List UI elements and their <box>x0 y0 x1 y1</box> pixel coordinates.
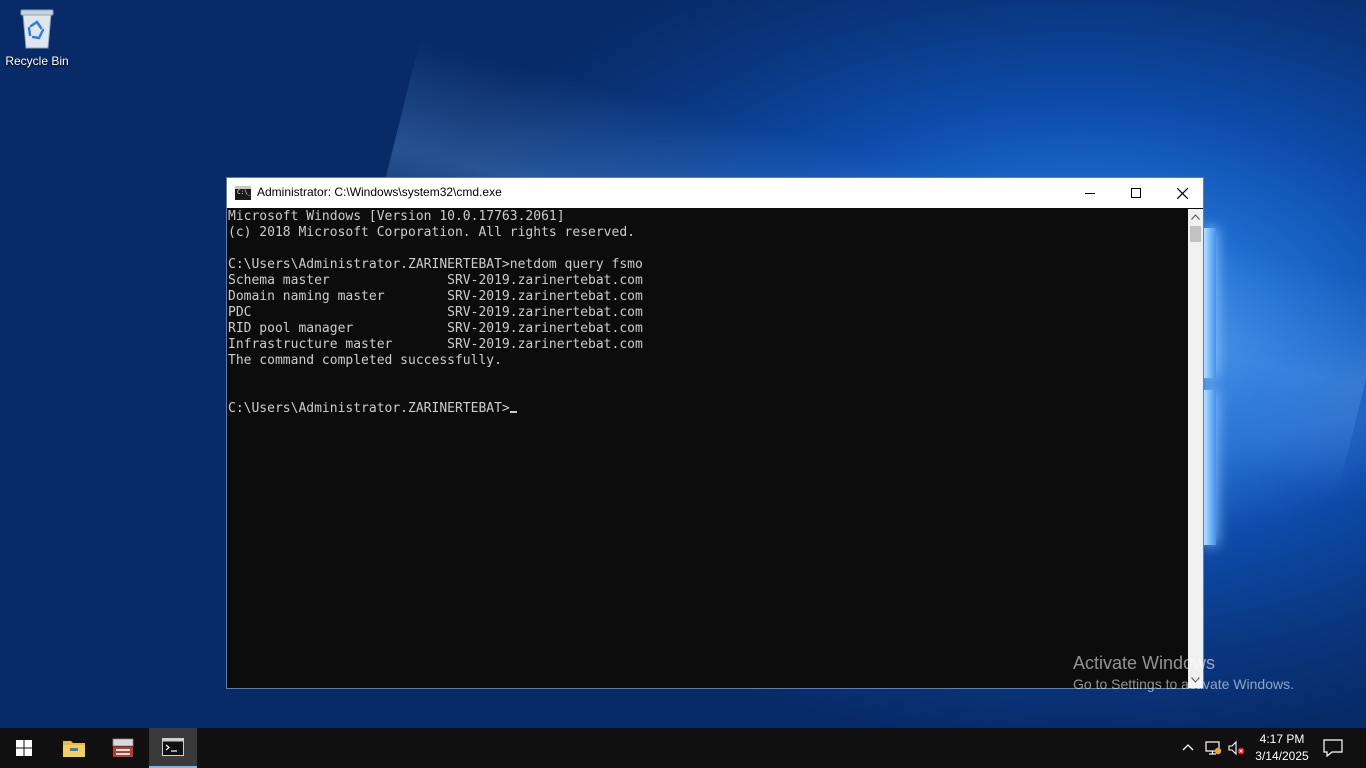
cmd-icon: C:\_ <box>235 186 251 200</box>
action-center-icon[interactable] <box>1322 738 1344 758</box>
watermark-subtitle: Go to Settings to activate Windows. <box>1073 676 1294 692</box>
taskbar-server-manager[interactable] <box>99 728 147 768</box>
volume-muted-icon[interactable] <box>1227 740 1245 756</box>
wallpaper-windows-logo <box>1204 228 1216 548</box>
minimize-icon <box>1085 193 1095 194</box>
close-icon <box>1176 187 1188 199</box>
maximize-button[interactable] <box>1113 178 1159 208</box>
scroll-up-button[interactable] <box>1188 209 1203 225</box>
clock-date: 3/14/2025 <box>1255 749 1309 763</box>
system-clock[interactable]: 4:17 PM 3/14/2025 <box>1250 731 1314 765</box>
start-button[interactable] <box>0 728 48 768</box>
text-cursor <box>509 411 517 413</box>
chevron-up-icon[interactable] <box>1180 740 1196 756</box>
title-bar[interactable]: C:\_ Administrator: C:\Windows\system32\… <box>227 178 1203 208</box>
recycle-bin-icon <box>20 9 54 49</box>
console-line: (c) 2018 Microsoft Corporation. All righ… <box>228 225 635 240</box>
minimize-button[interactable] <box>1067 178 1113 208</box>
console-output[interactable]: Microsoft Windows [Version 10.0.17763.20… <box>227 209 1188 688</box>
maximize-icon <box>1131 188 1141 198</box>
console-line: C:\Users\Administrator.ZARINERTEBAT>netd… <box>228 257 643 272</box>
server-manager-icon <box>112 738 134 757</box>
taskbar-file-explorer[interactable] <box>50 728 98 768</box>
console-line: The command completed successfully. <box>228 353 502 368</box>
command-prompt-icon <box>162 738 184 756</box>
recycle-bin-label: Recycle Bin <box>5 54 69 68</box>
console-line: RID pool manager SRV-2019.zarinertebat.c… <box>228 321 643 336</box>
file-explorer-icon <box>63 741 85 757</box>
taskbar: 4:17 PM 3/14/2025 <box>0 728 1366 768</box>
chevron-up-icon <box>1191 214 1200 220</box>
window-title: Administrator: C:\Windows\system32\cmd.e… <box>257 185 502 199</box>
prompt-line[interactable]: C:\Users\Administrator.ZARINERTEBAT> <box>228 401 1188 417</box>
console-line: PDC SRV-2019.zarinertebat.com <box>228 305 643 320</box>
desktop-icon-recycle-bin[interactable]: Recycle Bin <box>4 6 70 76</box>
prompt-text: C:\Users\Administrator.ZARINERTEBAT> <box>228 401 510 416</box>
windows-start-icon <box>16 740 32 756</box>
taskbar-command-prompt[interactable] <box>149 728 197 768</box>
clock-time: 4:17 PM <box>1259 732 1305 746</box>
cmd-window[interactable]: C:\_ Administrator: C:\Windows\system32\… <box>226 177 1204 689</box>
watermark-title: Activate Windows <box>1073 653 1216 673</box>
scroll-thumb[interactable] <box>1190 226 1201 242</box>
console-line: Microsoft Windows [Version 10.0.17763.20… <box>228 209 565 224</box>
close-button[interactable] <box>1159 178 1205 208</box>
vertical-scrollbar[interactable] <box>1188 209 1203 688</box>
console-line: Schema master SRV-2019.zarinertebat.com <box>228 273 643 288</box>
activation-watermark: Activate Windows Go to Settings to activ… <box>1073 652 1294 694</box>
network-icon[interactable] <box>1204 740 1222 756</box>
console-line: Infrastructure master SRV-2019.zarinerte… <box>228 337 643 352</box>
console-line: Domain naming master SRV-2019.zarinerteb… <box>228 289 643 304</box>
